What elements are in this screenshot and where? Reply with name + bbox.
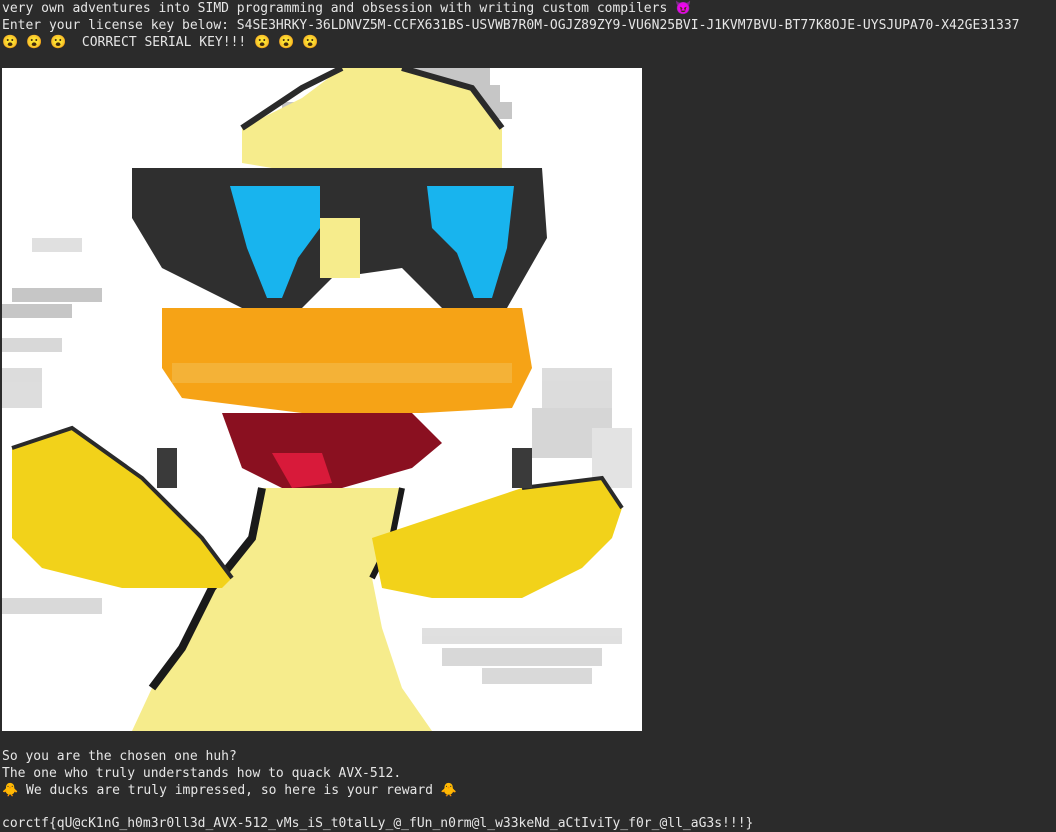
duck-wing-right xyxy=(372,478,622,598)
flag-output[interactable]: corctf{qU@cK1nG_h0m3r0ll3d_AVX-512_vMs_i… xyxy=(2,815,753,832)
output-line-chosen: So you are the chosen one huh? xyxy=(2,749,237,764)
duck-ascii-art xyxy=(2,68,642,731)
duck-mouth xyxy=(222,413,442,488)
correct-serial-message: 😮 😮 😮 CORRECT SERIAL KEY!!! 😮 😮 😮 xyxy=(2,35,319,50)
license-key-prompt: Enter your license key below: S4SE3HRKY-… xyxy=(2,18,1020,33)
output-line-quack: The one who truly understands how to qua… xyxy=(2,766,402,781)
terminal-window[interactable]: very own adventures into SIMD programmin… xyxy=(0,0,1056,832)
duck-beak xyxy=(162,308,532,413)
output-line-intro: very own adventures into SIMD programmin… xyxy=(2,1,692,16)
duck-wing-left xyxy=(12,428,232,588)
output-line-reward: 🐥 We ducks are truly impressed, so here … xyxy=(2,783,458,798)
